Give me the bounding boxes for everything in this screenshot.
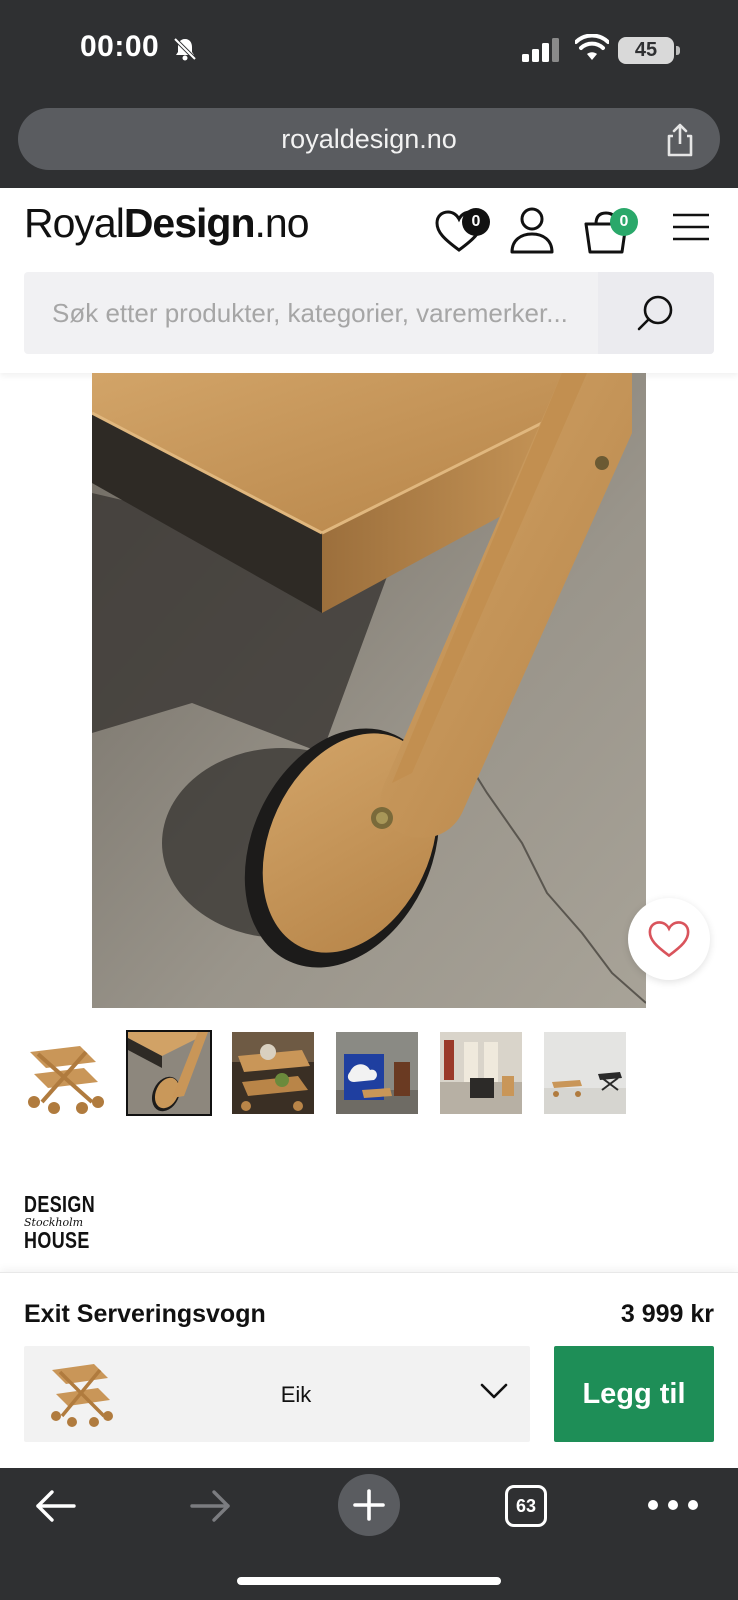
forward-arrow-icon[interactable] xyxy=(190,1488,232,1524)
share-icon[interactable] xyxy=(662,122,698,158)
thumbnail-6[interactable] xyxy=(544,1032,626,1114)
product-price: 3 999 kr xyxy=(620,1300,714,1328)
search-input[interactable] xyxy=(24,272,598,354)
plus-icon xyxy=(353,1489,385,1521)
site-logo[interactable]: RoyalDesign.no xyxy=(24,200,310,247)
logo-part-royal: Royal xyxy=(24,200,125,246)
product-name: Exit Serveringsvogn xyxy=(24,1300,266,1328)
product-main-image[interactable] xyxy=(92,373,646,1008)
logo-part-tld: .no xyxy=(254,200,310,246)
tabs-button[interactable]: 63 xyxy=(505,1485,547,1527)
search-button[interactable] xyxy=(598,272,714,354)
account-user-icon[interactable] xyxy=(509,206,555,254)
favorite-button[interactable] xyxy=(628,898,710,980)
thumbnail-image xyxy=(232,1032,314,1114)
status-time: 00:00 xyxy=(80,30,160,63)
home-indicator[interactable] xyxy=(237,1577,501,1585)
bell-off-icon xyxy=(173,37,197,61)
thumbnail-image xyxy=(128,1032,210,1114)
wifi-icon xyxy=(575,34,609,60)
brand-line-1: DESIGN xyxy=(24,1191,96,1217)
battery-icon: 45 xyxy=(618,37,680,64)
chevron-down-icon xyxy=(480,1383,508,1399)
thumbnail-3[interactable] xyxy=(232,1032,314,1114)
thumbnail-image xyxy=(28,1046,104,1114)
battery-level: 45 xyxy=(634,39,658,61)
thumbnail-strip xyxy=(24,1030,714,1116)
add-to-cart-button[interactable]: Legg til xyxy=(554,1346,714,1442)
thumbnail-image xyxy=(544,1032,626,1114)
wishlist-count-badge: 0 xyxy=(462,208,490,236)
search-icon xyxy=(637,295,673,331)
thumbnail-4[interactable] xyxy=(336,1032,418,1114)
thumbnail-2[interactable] xyxy=(126,1030,212,1116)
thumbnail-image xyxy=(440,1032,522,1114)
product-photo xyxy=(92,373,646,1008)
thumbnail-5[interactable] xyxy=(440,1032,522,1114)
url-text: royaldesign.no xyxy=(281,124,457,154)
brand-line-3: HOUSE xyxy=(24,1227,90,1253)
signal-icon xyxy=(522,38,559,62)
logo-part-design: Design xyxy=(123,200,256,246)
thumbnail-image xyxy=(336,1032,418,1114)
hamburger-menu-icon[interactable] xyxy=(672,212,710,242)
cart-count-badge: 0 xyxy=(610,208,638,236)
variant-thumbnail xyxy=(51,1364,113,1427)
thumbnail-1[interactable] xyxy=(24,1032,106,1114)
back-arrow-icon[interactable] xyxy=(34,1488,76,1524)
heart-outline-icon xyxy=(648,921,690,958)
more-dots-icon[interactable] xyxy=(646,1495,700,1515)
new-tab-button[interactable] xyxy=(338,1474,400,1536)
brand-logo[interactable]: DESIGN Stockholm HOUSE xyxy=(24,1191,96,1253)
address-bar[interactable]: royaldesign.no xyxy=(18,108,720,170)
